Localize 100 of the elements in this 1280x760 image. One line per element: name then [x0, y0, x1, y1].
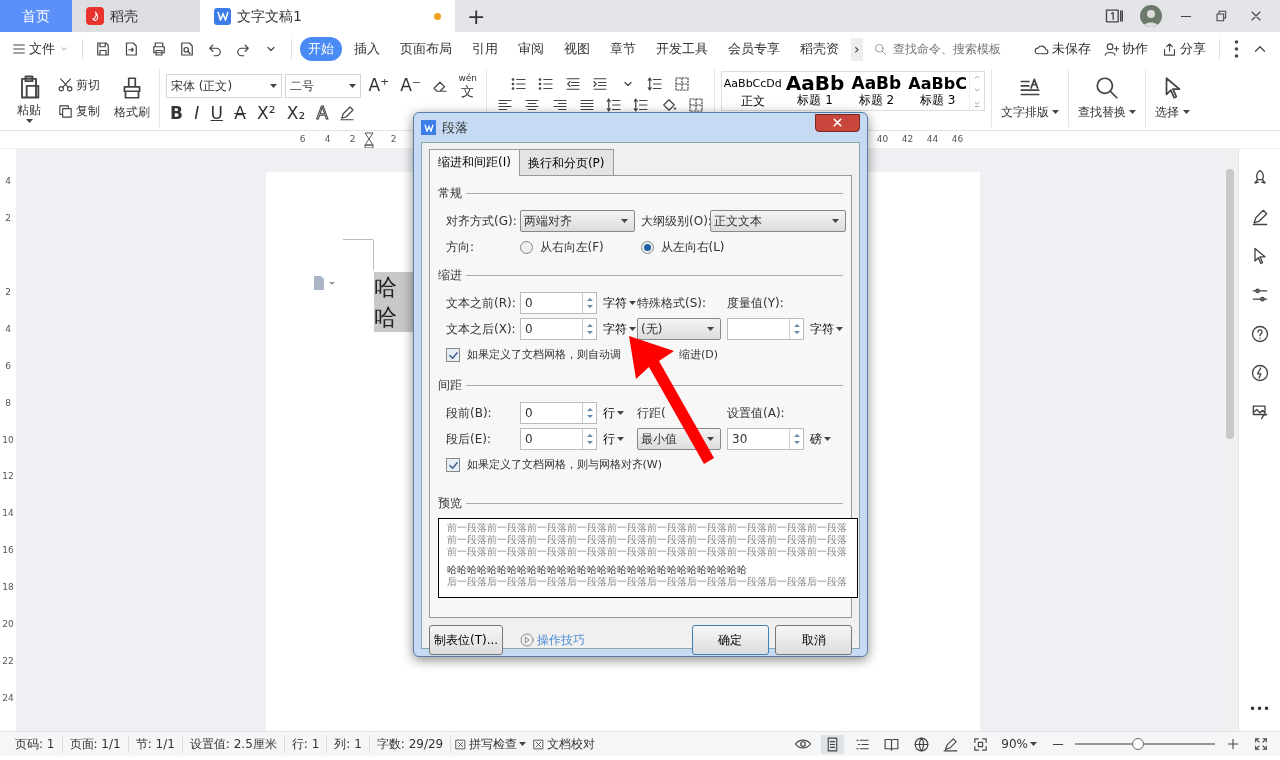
ruler-number: 2	[5, 287, 11, 299]
new-tab-button[interactable]: +	[455, 0, 498, 32]
strikethrough-button[interactable]: A	[230, 102, 250, 124]
proofread-button[interactable]: 文档校对	[529, 734, 599, 754]
radio-label: 从左向右(L)	[660, 239, 725, 256]
tool-button[interactable]: 文字排版	[997, 74, 1063, 122]
zoom-select[interactable]: 90%	[998, 734, 1040, 754]
ruler-number: 6	[5, 361, 11, 373]
superscript-button[interactable]: X²	[253, 102, 280, 124]
space-after-field[interactable]: 0	[520, 428, 597, 450]
ruler-number: 2	[348, 132, 357, 146]
status-item: 列: 1	[327, 735, 370, 753]
preview-text: 后一段落后一段落后一段落后一段落后一段落后一段落后一段落后一段落后一段落后一段落	[447, 576, 848, 588]
unit-dropdown[interactable]: 字符	[806, 321, 846, 337]
alignment-select[interactable]: 两端对齐	[520, 210, 635, 232]
more-tabs-button[interactable]: ›	[851, 37, 863, 61]
unit-dropdown[interactable]: 行	[599, 431, 639, 447]
ribbon-tab[interactable]: 引用	[464, 37, 506, 61]
field-label: 特殊格式(S):	[637, 295, 708, 312]
size-select[interactable]: 二号	[285, 73, 362, 98]
shrink-font-button[interactable]: A⁻	[396, 75, 425, 96]
ruler-number: 2	[389, 132, 398, 146]
ruler-number: 8	[5, 398, 11, 410]
paste-button[interactable]: 粘贴	[12, 72, 46, 124]
underline-button[interactable]: U	[206, 102, 227, 124]
ruler-number: 4	[5, 177, 11, 188]
spacing-value-field[interactable]: 30	[727, 428, 804, 450]
ruler-number: 22	[2, 657, 14, 669]
more-button[interactable]: •••	[1245, 699, 1274, 719]
outline-level-select[interactable]: 正文文本	[710, 210, 846, 232]
preview-text: 前一段落前一段落前一段落前一段落前一段落前一段落前一段落前一段落前一段落前一段落	[447, 522, 848, 534]
ribbon-tab[interactable]: 视图	[556, 37, 598, 61]
ok-button[interactable]: 确定	[691, 624, 769, 655]
unit-dropdown[interactable]: 字符	[599, 321, 639, 337]
status-item: 行: 1	[284, 735, 328, 753]
bold-button[interactable]: B	[166, 102, 187, 124]
share-button[interactable]: 分享	[1157, 38, 1209, 60]
indent-before-field[interactable]: 0	[520, 292, 597, 314]
unsaved-status[interactable]: 未保存	[1029, 38, 1094, 60]
ribbon-tab[interactable]: 审阅	[510, 37, 552, 61]
spell-check-button[interactable]: 拼写检查	[451, 734, 530, 754]
ruler-number: 6	[298, 132, 307, 146]
ribbon-tab[interactable]: 会员专享	[720, 37, 788, 61]
format-painter-button[interactable]: 格式刷	[111, 74, 153, 122]
ruler-number: 40	[875, 132, 890, 146]
ribbon-tab[interactable]: 插入	[346, 37, 388, 61]
font-select[interactable]: 宋体 (正文)	[166, 73, 282, 98]
radio-label: 从右向左(F)	[539, 239, 604, 256]
unit-dropdown[interactable]: 磅	[806, 431, 846, 447]
style-preset[interactable]: AaBb 标题 2	[846, 72, 907, 110]
ruler-number: 16	[2, 546, 14, 558]
ruler-number: 14	[2, 509, 14, 521]
file-menu[interactable]: 文件	[8, 38, 74, 60]
ribbon-tab[interactable]: 章节	[602, 37, 644, 61]
style-preset[interactable]: AaBbCcDd 正文	[721, 72, 784, 110]
status-item: 页码: 1	[8, 735, 63, 753]
tabs-button[interactable]: 制表位(T)...	[429, 624, 504, 655]
cut-button[interactable]: 剪切	[54, 74, 103, 95]
field-label: 度量值(Y):	[727, 295, 785, 312]
field-label: 大纲级别(O):	[641, 213, 710, 230]
collaborate-button[interactable]: 协作	[1100, 38, 1151, 60]
ruler-number: 42	[900, 132, 915, 146]
style-preset[interactable]: AaBb 标题 1	[783, 72, 847, 110]
copy-button[interactable]: 复制	[54, 101, 103, 122]
ruler-number: 46	[950, 132, 965, 146]
ribbon-tab[interactable]: 开发工具	[648, 37, 716, 61]
checkbox-label: 缩进(D)	[679, 346, 719, 363]
italic-button[interactable]: I	[190, 102, 204, 124]
ruler-number: 2	[5, 213, 11, 225]
ruler-number: 12	[2, 472, 14, 484]
app-tab[interactable]: 稻壳	[72, 0, 200, 32]
field-label: 设置值(A):	[727, 405, 786, 422]
field-label: 方向:	[446, 239, 476, 256]
dialog-title: 段落	[442, 118, 468, 137]
tool-button[interactable]: 查找替换	[1075, 74, 1140, 122]
app-tab[interactable]: 文字文稿1	[200, 0, 455, 32]
ribbon-tab[interactable]: 稻壳资	[792, 37, 847, 61]
ribbon-tab[interactable]: 页面布局	[392, 37, 460, 61]
text-effect-button[interactable]: A	[312, 102, 333, 124]
indent-after-field[interactable]: 0	[520, 318, 597, 340]
ruler-number: 18	[2, 583, 14, 595]
tool-button[interactable]: 选择	[1152, 74, 1193, 122]
preview-text: 哈哈哈哈哈哈哈哈哈哈哈哈哈哈哈哈哈哈哈哈哈哈哈哈哈哈哈哈哈哈	[447, 564, 748, 576]
field-label: 段后(E):	[446, 431, 492, 448]
grow-font-button[interactable]: A⁺	[364, 75, 394, 96]
field-label: 段前(B):	[446, 405, 493, 422]
space-before-field[interactable]: 0	[520, 402, 597, 424]
ruler-number: 24	[2, 694, 14, 705]
ruler-number: 10	[2, 435, 14, 447]
style-preset[interactable]: AaBbC 标题 3	[906, 72, 969, 110]
ruler-number: 20	[2, 620, 14, 632]
dialog-tab[interactable]: 换行和分页(P)	[518, 149, 614, 175]
preview-text: 前一段落前一段落前一段落前一段落前一段落前一段落前一段落前一段落前一段落前一段落	[447, 534, 848, 546]
phonetic-guide-button[interactable]: wén 文	[455, 72, 481, 99]
status-item: 节: 1/1	[128, 735, 183, 753]
subscript-button[interactable]: X₂	[282, 102, 310, 124]
cancel-button[interactable]: 取消	[775, 624, 852, 655]
dialog-tab[interactable]: 缩进和间距(I)	[429, 149, 520, 176]
special-format-select[interactable]: (无)	[637, 318, 721, 340]
section-heading: 预览	[438, 495, 462, 512]
